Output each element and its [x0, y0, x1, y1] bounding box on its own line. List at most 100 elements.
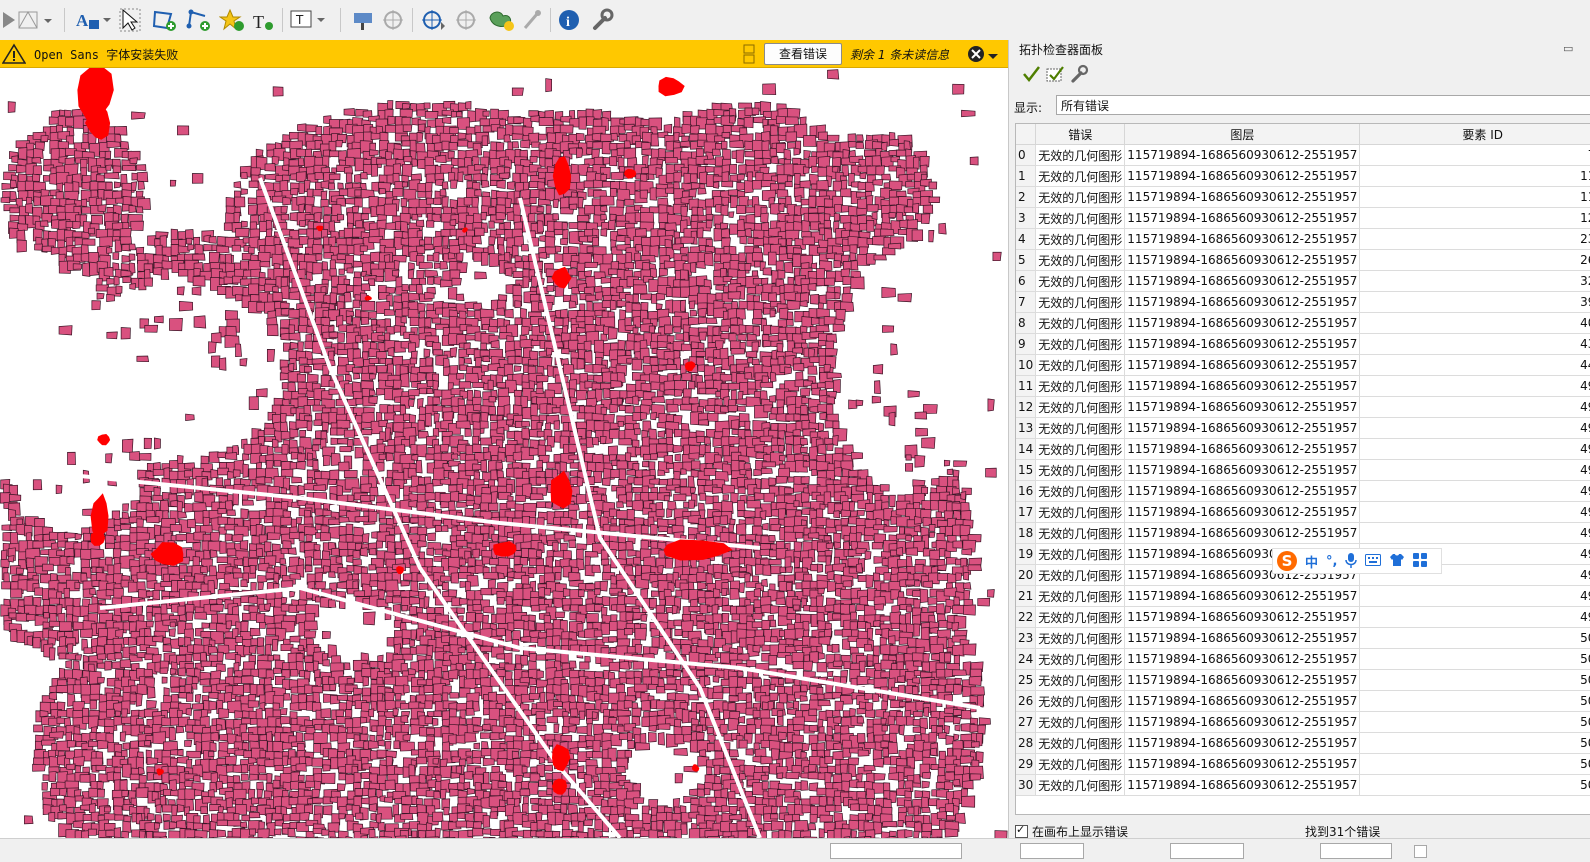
validate-all-icon[interactable]	[1021, 64, 1041, 87]
rotation-field[interactable]	[1320, 843, 1392, 859]
microphone-icon[interactable]	[1345, 552, 1358, 571]
table-row[interactable]: 17 无效的几何图形 115719894-1686560930612-2551957…	[1016, 501, 1590, 523]
ime-mode-toggle[interactable]: 中	[1305, 552, 1318, 571]
table-row[interactable]: 29 无效的几何图形 115719894-1686560930612-2551957…	[1016, 753, 1590, 775]
star-icon[interactable]	[218, 6, 246, 34]
vertex-tool-icon[interactable]	[184, 6, 212, 34]
table-row[interactable]: 21 无效的几何图形 115719894-1686560930612-2551957…	[1016, 585, 1590, 607]
table-row[interactable]: 23 无效的几何图形 115719894-1686560930612-2551957…	[1016, 627, 1590, 649]
ime-punctuation-toggle[interactable]: °,	[1326, 554, 1337, 569]
table-row[interactable]: 11 无效的几何图形 115719894-1686560930612-2551957…	[1016, 375, 1590, 397]
identify-target-icon[interactable]	[420, 6, 448, 34]
column-header-error[interactable]: 错误	[1035, 124, 1126, 145]
table-row[interactable]: 3 无效的几何图形 115719894-1686560930612-2551957 1…	[1016, 207, 1590, 229]
table-row[interactable]: 0无效的几何图形115719894-1686560930612-25519577…	[1016, 144, 1590, 166]
table-row[interactable]: 16 无效的几何图形 115719894-1686560930612-2551957…	[1016, 480, 1590, 502]
node-tool-icon[interactable]	[150, 6, 178, 34]
table-row[interactable]: 5 无效的几何图形 115719894-1686560930612-2551957 2…	[1016, 249, 1590, 271]
toolbox-grid-icon[interactable]	[1413, 552, 1428, 570]
keyboard-icon[interactable]	[1365, 553, 1382, 569]
feature-id-cell: 110	[1359, 165, 1590, 187]
feature-id-cell: 499	[1359, 459, 1590, 481]
table-row[interactable]: 22 无效的几何图形 115719894-1686560930612-2551957…	[1016, 606, 1590, 628]
configure-rules-icon[interactable]	[1069, 64, 1089, 87]
move-label-icon[interactable]	[380, 6, 406, 34]
view-errors-button[interactable]: 查看错误	[764, 43, 842, 65]
svg-text:T: T	[295, 13, 304, 27]
invalid-geometry-marker[interactable]	[658, 76, 685, 97]
feature-id-cell: 499	[1359, 438, 1590, 460]
label-tool-icon[interactable]: A	[74, 6, 114, 34]
table-row[interactable]: 15 无效的几何图形 115719894-1686560930612-2551957…	[1016, 459, 1590, 481]
table-row[interactable]: 28 无效的几何图形 115719894-1686560930612-2551957…	[1016, 732, 1590, 754]
svg-text:i: i	[566, 15, 570, 30]
error-filter-select[interactable]: 所有错误	[1056, 95, 1590, 115]
row-number: 12	[1016, 396, 1037, 418]
table-row[interactable]: 1 无效的几何图形 115719894-1686560930612-2551957 1…	[1016, 165, 1590, 187]
coordinate-field[interactable]	[830, 843, 962, 859]
table-row[interactable]: 13 无效的几何图形 115719894-1686560930612-2551957…	[1016, 417, 1590, 439]
skin-shirt-icon[interactable]	[1389, 553, 1405, 570]
run-action-icon[interactable]	[520, 6, 544, 34]
toolbar-separator	[340, 8, 341, 32]
magnifier-field[interactable]	[1170, 843, 1244, 859]
zoom-dropdown-icon[interactable]	[16, 6, 54, 34]
table-row[interactable]: 30 无效的几何图形 115719894-1686560930612-2551957…	[1016, 774, 1590, 796]
row-number: 22	[1016, 606, 1037, 628]
text-box-dropdown-icon[interactable]: T	[288, 6, 328, 34]
wrench-icon[interactable]	[588, 6, 616, 34]
layer-cell: 115719894-1686560930612-2551957	[1124, 228, 1361, 250]
table-row[interactable]: 24 无效的几何图形 115719894-1686560930612-2551957…	[1016, 648, 1590, 670]
error-cell: 无效的几何图形	[1035, 396, 1126, 418]
error-cell: 无效的几何图形	[1035, 501, 1126, 523]
feature-id-cell: 501	[1359, 711, 1590, 733]
table-row[interactable]: 26 无效的几何图形 115719894-1686560930612-2551957…	[1016, 690, 1590, 712]
row-number: 10	[1016, 354, 1037, 376]
table-row[interactable]: 10 无效的几何图形 115719894-1686560930612-2551957…	[1016, 354, 1590, 376]
close-icon[interactable]	[966, 44, 986, 67]
table-row[interactable]: 6 无效的几何图形 115719894-1686560930612-2551957 3…	[1016, 270, 1590, 292]
table-row[interactable]: 7 无效的几何图形 115719894-1686560930612-2551957 3…	[1016, 291, 1590, 313]
table-row[interactable]: 2 无效的几何图形 115719894-1686560930612-2551957 1…	[1016, 186, 1590, 208]
row-number: 30	[1016, 774, 1037, 796]
pointer-icon[interactable]	[118, 6, 142, 34]
table-row[interactable]: 9 无效的几何图形 115719894-1686560930612-2551957 4…	[1016, 333, 1590, 355]
invalid-geometry-marker[interactable]	[90, 531, 106, 546]
map-canvas[interactable]	[0, 68, 1008, 838]
table-row[interactable]: 12 无效的几何图形 115719894-1686560930612-2551957…	[1016, 396, 1590, 418]
column-header-feature-id[interactable]: 要素 ID	[1359, 124, 1590, 145]
feature-id-cell: 439	[1359, 333, 1590, 355]
row-number: 23	[1016, 627, 1037, 649]
error-cell: 无效的几何图形	[1035, 564, 1126, 586]
info-icon[interactable]: i	[556, 6, 582, 34]
message-bar: Open Sans 字体安装失败 查看错误 剩余 1 条未读信息	[0, 40, 1008, 68]
table-row[interactable]: 8 无效的几何图形 115719894-1686560930612-2551957 4…	[1016, 312, 1590, 334]
sogou-logo-icon[interactable]: S	[1277, 551, 1297, 571]
feature-id-cell: 501	[1359, 690, 1590, 712]
error-cell: 无效的几何图形	[1035, 354, 1126, 376]
table-row[interactable]: 18 无效的几何图形 115719894-1686560930612-2551957…	[1016, 522, 1590, 544]
layer-cell: 115719894-1686560930612-2551957	[1124, 291, 1361, 313]
validate-extent-icon[interactable]	[1045, 64, 1065, 87]
pin-labels-icon[interactable]	[350, 6, 376, 34]
row-number: 19	[1016, 543, 1037, 565]
float-panel-icon[interactable]: ▭	[1563, 42, 1573, 55]
scale-field[interactable]	[1020, 843, 1084, 859]
layer-cell: 115719894-1686560930612-2551957	[1124, 312, 1361, 334]
column-header-layer[interactable]: 图层	[1124, 124, 1361, 145]
feature-action-icon[interactable]	[486, 6, 516, 34]
invalid-geometry-marker[interactable]	[97, 434, 111, 446]
feature-id-cell: 501	[1359, 774, 1590, 796]
text-annotation-icon[interactable]: T	[250, 6, 276, 34]
render-checkbox[interactable]	[1414, 845, 1427, 858]
row-number: 16	[1016, 480, 1037, 502]
show-errors-checkbox[interactable]	[1015, 823, 1028, 838]
table-row[interactable]: 25 无效的几何图形 115719894-1686560930612-2551957…	[1016, 669, 1590, 691]
feature-id-cell: 499	[1359, 606, 1590, 628]
table-row[interactable]: 4 无效的几何图形 115719894-1686560930612-2551957 2…	[1016, 228, 1590, 250]
measure-icon[interactable]	[454, 6, 482, 34]
chevron-down-icon[interactable]	[988, 50, 998, 64]
table-row[interactable]: 27 无效的几何图形 115719894-1686560930612-2551957…	[1016, 711, 1590, 733]
row-number: 1	[1016, 165, 1037, 187]
table-row[interactable]: 14 无效的几何图形 115719894-1686560930612-2551957…	[1016, 438, 1590, 460]
